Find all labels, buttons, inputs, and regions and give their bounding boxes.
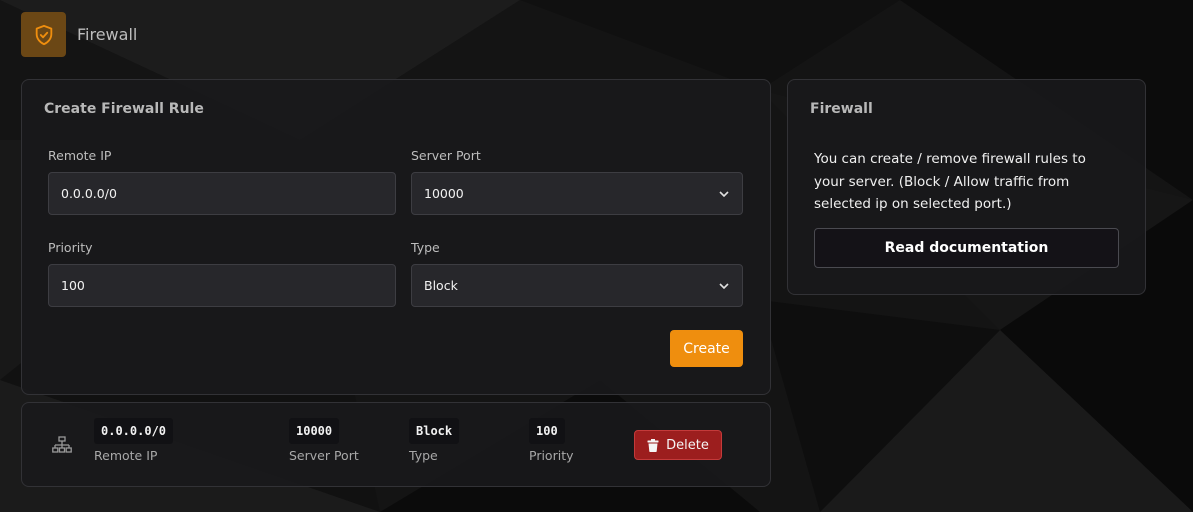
remote-ip-value: 0.0.0.0/0 [61,186,117,201]
panel-title: Create Firewall Rule [44,101,204,117]
priority-input[interactable]: 100 [48,264,396,307]
chevron-down-icon [718,188,730,200]
priority-label: Priority [48,240,93,255]
rule-remote-ip: 0.0.0.0/0 [94,418,174,444]
info-description: You can create / remove firewall rules t… [814,151,1086,212]
create-button[interactable]: Create [670,330,743,367]
rule-priority: 100 [529,418,565,444]
remote-ip-label: Remote IP [48,148,112,163]
info-panel: Firewall You can create / remove firewal… [787,79,1146,295]
type-value: Block [424,278,458,293]
rule-server-port-label: Server Port [289,448,359,463]
trash-icon [647,438,659,452]
rule-priority-label: Priority [529,448,574,463]
shield-check-icon [21,12,66,57]
server-port-select[interactable]: 10000 [411,172,743,215]
priority-value: 100 [61,278,85,293]
info-title: Firewall [810,101,873,117]
rule-server-port: 10000 [289,418,340,444]
rule-type: Block [409,418,460,444]
server-port-label: Server Port [411,148,481,163]
read-documentation-button[interactable]: Read documentation [814,228,1119,268]
firewall-rule-row: 0.0.0.0/0 Remote IP 10000 Server Port Bl… [21,402,771,487]
rule-type-label: Type [409,448,438,463]
page-title: Firewall [77,25,138,44]
server-port-value: 10000 [424,186,464,201]
delete-rule-button[interactable]: Delete [634,430,722,460]
network-icon [52,436,72,454]
rule-remote-ip-label: Remote IP [94,448,158,463]
chevron-down-icon [718,280,730,292]
type-label: Type [411,240,440,255]
page-header: Firewall [21,12,137,57]
delete-label: Delete [666,437,709,453]
type-select[interactable]: Block [411,264,743,307]
remote-ip-input[interactable]: 0.0.0.0/0 [48,172,396,215]
create-rule-panel: Create Firewall Rule Remote IP 0.0.0.0/0… [21,79,771,395]
